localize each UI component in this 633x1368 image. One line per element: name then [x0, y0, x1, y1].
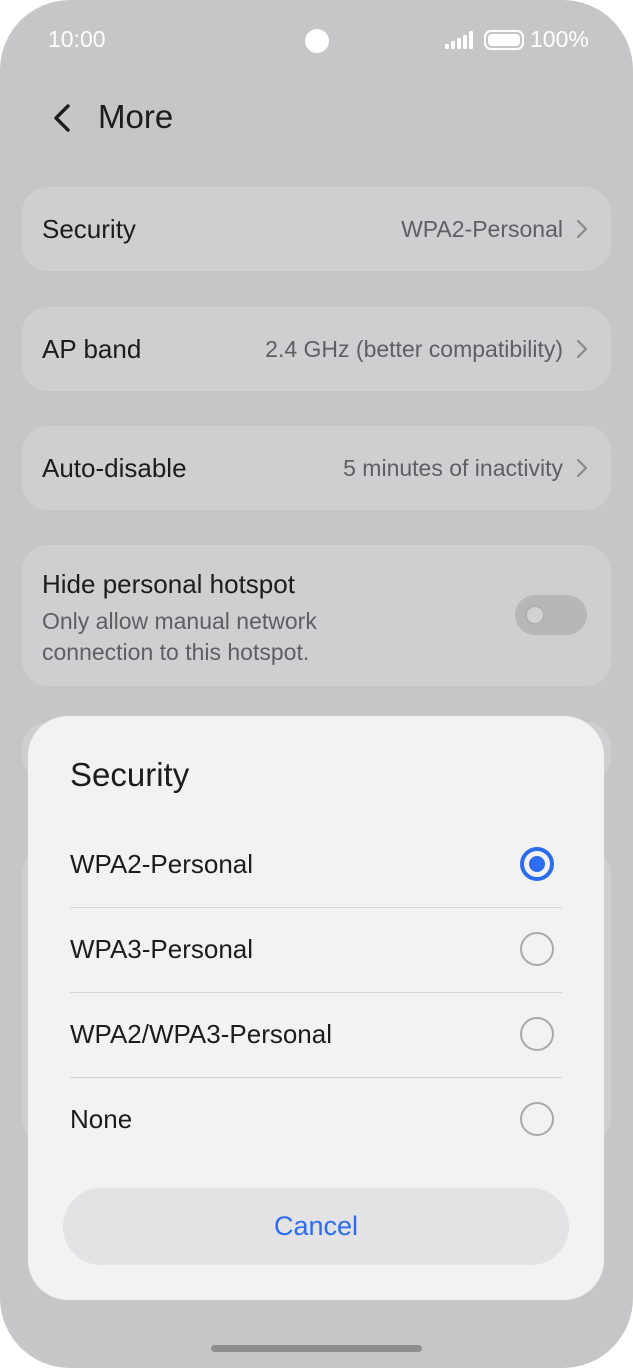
option-label: None: [70, 1104, 133, 1134]
option-wpa2-personal[interactable]: WPA2-Personal: [70, 823, 562, 907]
status-time: 10:00: [48, 26, 106, 52]
cancel-button[interactable]: Cancel: [63, 1188, 569, 1265]
option-label: WPA2-Personal: [70, 849, 254, 879]
security-label: Security: [42, 214, 136, 244]
hide-hotspot-toggle[interactable]: [515, 595, 587, 635]
security-setting-row[interactable]: Security WPA2-Personal: [22, 187, 611, 271]
chevron-right-icon: [575, 218, 589, 240]
status-bar: 10:00 100%: [0, 0, 633, 80]
ap-band-value: 2.4 GHz (better compatibility): [265, 336, 563, 362]
ap-band-setting-row[interactable]: AP band 2.4 GHz (better compatibility): [22, 307, 611, 391]
option-label: WPA3-Personal: [70, 934, 254, 964]
phone-screen: 10:00 100% More Security WPA2-Personal A…: [0, 0, 633, 1368]
option-none[interactable]: None: [70, 1078, 562, 1162]
hide-hotspot-setting-row[interactable]: Hide personal hotspot Only allow manual …: [22, 545, 611, 686]
chevron-right-icon: [575, 457, 589, 479]
security-dialog: Security WPA2-Personal WPA3-Personal WPA…: [28, 716, 604, 1300]
signal-icon: [445, 31, 477, 49]
hide-hotspot-label: Hide personal hotspot: [42, 569, 295, 599]
auto-disable-value: 5 minutes of inactivity: [343, 455, 563, 481]
hide-hotspot-description: Only allow manual network connection to …: [42, 608, 317, 665]
auto-disable-label: Auto-disable: [42, 453, 187, 483]
security-value: WPA2-Personal: [401, 216, 563, 242]
radio-unselected-icon[interactable]: [520, 1017, 554, 1051]
top-app-bar: More: [0, 80, 633, 160]
battery-icon: [484, 30, 524, 50]
radio-selected-icon[interactable]: [520, 847, 554, 881]
ap-band-label: AP band: [42, 334, 142, 364]
front-camera: [305, 29, 329, 53]
option-label: WPA2/WPA3-Personal: [70, 1019, 333, 1049]
option-wpa3-personal[interactable]: WPA3-Personal: [70, 908, 562, 992]
dialog-title: Security: [70, 756, 190, 793]
option-wpa2-wpa3-personal[interactable]: WPA2/WPA3-Personal: [70, 993, 562, 1077]
radio-unselected-icon[interactable]: [520, 932, 554, 966]
auto-disable-setting-row[interactable]: Auto-disable 5 minutes of inactivity: [22, 426, 611, 510]
battery-level: 100%: [530, 26, 589, 52]
chevron-right-icon: [575, 338, 589, 360]
back-arrow-icon[interactable]: [46, 98, 86, 138]
page-title: More: [98, 98, 174, 135]
home-indicator[interactable]: [211, 1345, 422, 1352]
radio-unselected-icon[interactable]: [520, 1102, 554, 1136]
